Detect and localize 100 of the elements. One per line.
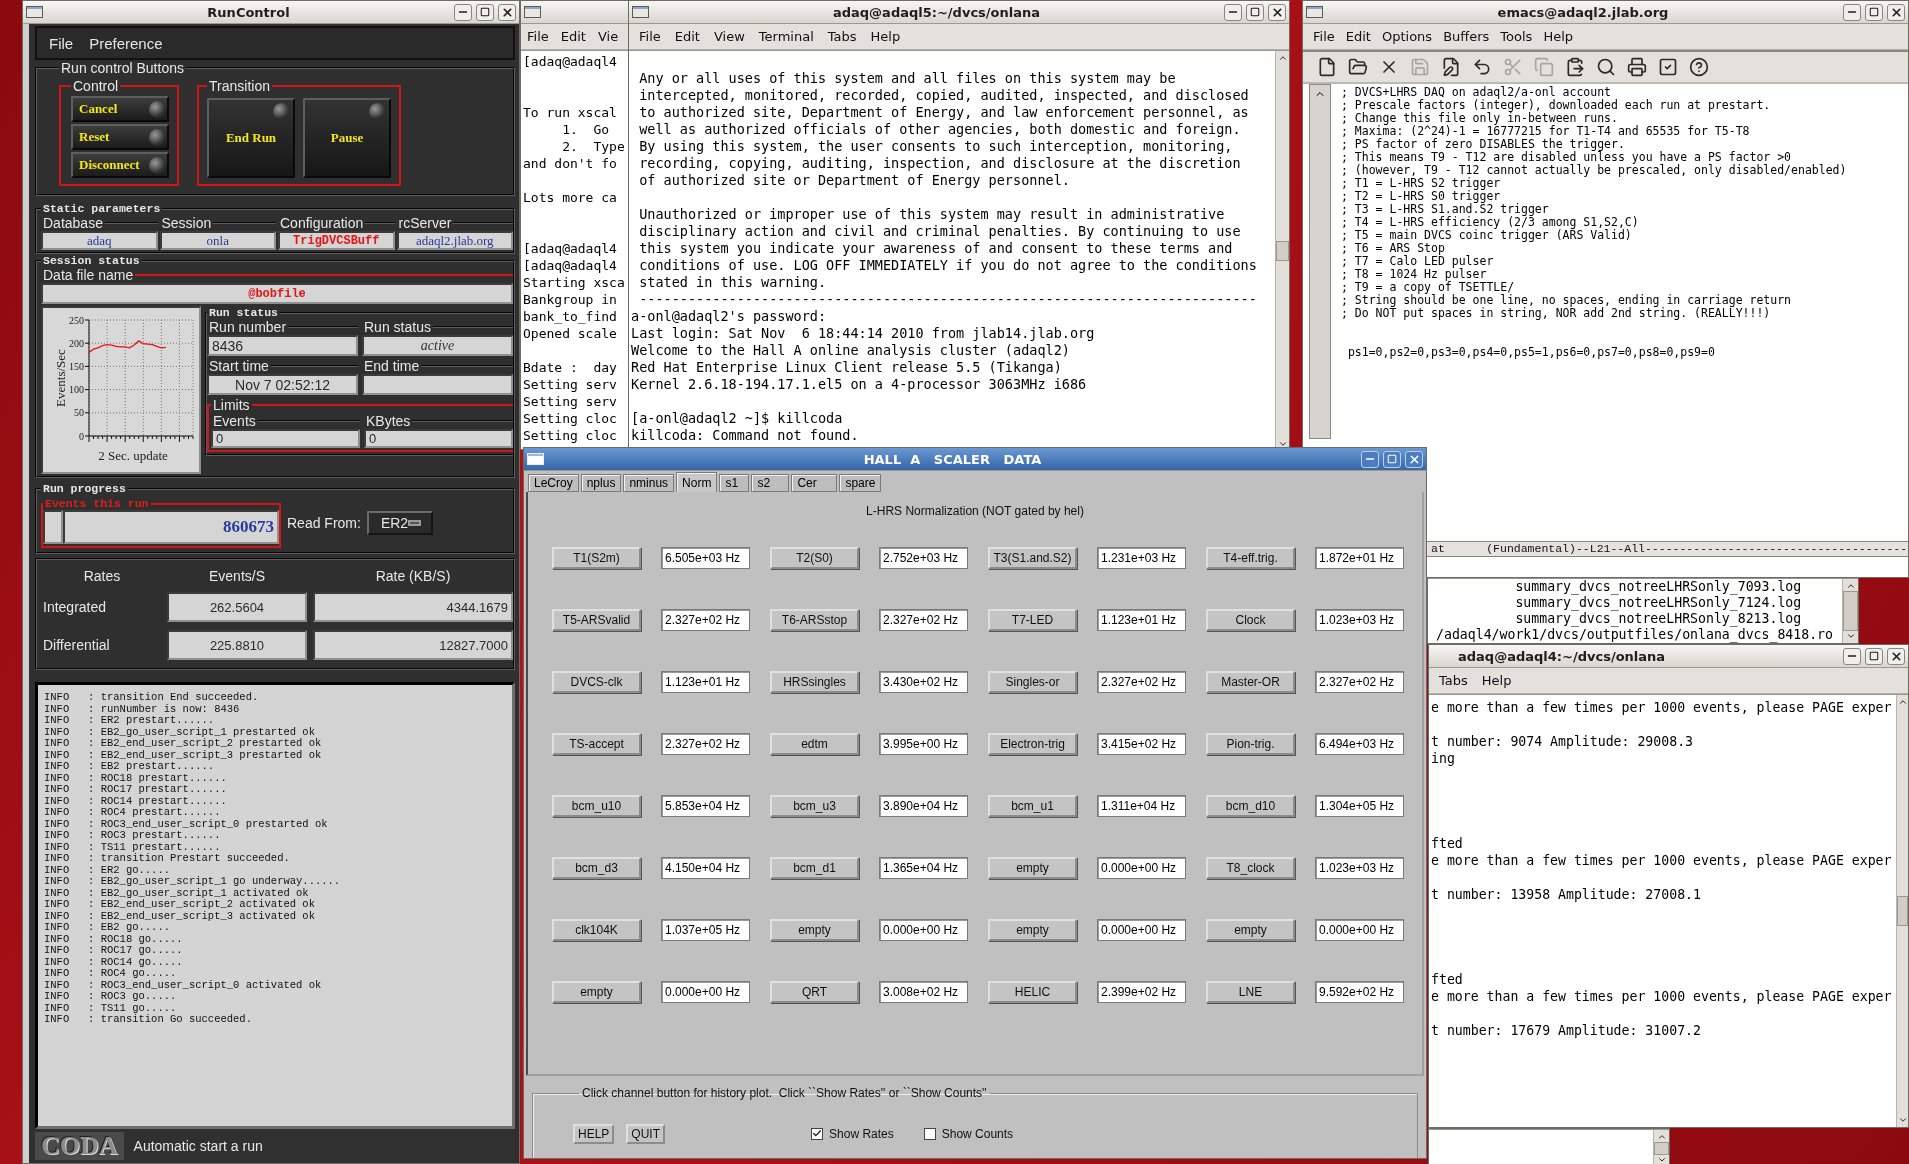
source-dropdown[interactable]: ER2 <box>366 510 433 535</box>
scroll-down-icon[interactable] <box>1897 1115 1908 1125</box>
minimize-button[interactable] <box>1361 450 1379 468</box>
menu-item[interactable]: Tabs <box>827 29 857 44</box>
tab[interactable]: spare <box>839 474 882 492</box>
channel-button[interactable]: T6-ARSstop <box>770 609 859 631</box>
close-button[interactable] <box>1887 3 1905 21</box>
dialog-button[interactable]: HELP <box>573 1123 615 1144</box>
channel-button[interactable]: QRT <box>770 981 859 1003</box>
checkbox[interactable] <box>923 1127 936 1140</box>
pen-page-icon[interactable] <box>1441 57 1461 77</box>
tab[interactable]: Cer <box>791 474 838 492</box>
maximize-button[interactable] <box>1865 3 1883 21</box>
channel-button[interactable]: Master-OR <box>1206 671 1295 693</box>
scroll-thumb[interactable] <box>1897 896 1908 926</box>
menu-item[interactable]: File <box>639 29 661 44</box>
minimize-button[interactable] <box>1843 3 1861 21</box>
channel-button[interactable]: T8_clock <box>1206 857 1295 879</box>
menu-item[interactable]: Edit <box>674 29 700 44</box>
channel-button[interactable]: Electron-trig <box>988 733 1077 755</box>
channel-button[interactable]: T7-LED <box>988 609 1077 631</box>
menu-item[interactable]: Options <box>1381 29 1433 44</box>
menu-item[interactable]: Buffers <box>1443 29 1490 44</box>
channel-button[interactable]: DVCS-clk <box>552 671 641 693</box>
channel-button[interactable]: T5-ARSvalid <box>552 609 641 631</box>
scroll-down-icon[interactable] <box>1277 439 1288 449</box>
channel-button[interactable]: Pion-trig. <box>1206 733 1295 755</box>
tab[interactable]: LeCroy <box>528 474 579 492</box>
input-field[interactable]: 0 <box>211 429 360 448</box>
channel-button[interactable]: T1(S2m) <box>552 547 641 569</box>
tab[interactable]: nminus <box>623 474 675 492</box>
channel-button[interactable]: Singles-or <box>988 671 1077 693</box>
channel-button[interactable]: bcm_u3 <box>770 795 859 817</box>
window-menu-icon[interactable] <box>524 6 541 18</box>
window-menu-icon[interactable] <box>26 6 43 18</box>
menu-item[interactable]: Help <box>870 29 901 44</box>
tab[interactable]: s2 <box>751 474 790 492</box>
window-menu-icon[interactable] <box>1306 6 1323 18</box>
tab[interactable]: s1 <box>719 474 750 492</box>
checkbox-option[interactable]: Show Rates <box>811 1126 894 1141</box>
maximize-button[interactable] <box>1865 647 1883 665</box>
scroll-up-icon[interactable] <box>1277 53 1288 63</box>
scroll-up-icon[interactable] <box>1656 1132 1667 1142</box>
channel-button[interactable]: TS-accept <box>552 733 641 755</box>
channel-button[interactable]: bcm_u1 <box>988 795 1077 817</box>
checkbox[interactable] <box>811 1127 824 1140</box>
menu-item[interactable]: File <box>1313 29 1335 44</box>
window-menu-icon[interactable] <box>632 6 649 18</box>
transition-button[interactable]: Pause <box>303 98 391 178</box>
undo-icon[interactable] <box>1472 57 1492 77</box>
menu-item[interactable]: Tools <box>1500 29 1533 44</box>
help-icon[interactable] <box>1689 57 1709 77</box>
control-button[interactable]: Reset <box>71 124 169 150</box>
checkbox-option[interactable]: Show Counts <box>923 1126 1014 1141</box>
minimize-button[interactable] <box>454 3 472 21</box>
minimize-button[interactable] <box>1224 3 1242 21</box>
channel-button[interactable]: HRSsingles <box>770 671 859 693</box>
transition-button[interactable]: End Run <box>207 98 295 178</box>
input-field[interactable]: 0 <box>364 429 513 448</box>
control-button[interactable]: Disconnect <box>71 152 169 178</box>
scroll-down-icon[interactable] <box>1845 631 1856 641</box>
close-button[interactable] <box>498 3 516 21</box>
menu-item[interactable]: Terminal <box>758 29 814 44</box>
control-button[interactable]: Cancel <box>71 96 169 122</box>
channel-button[interactable]: T3(S1.and.S2) <box>988 547 1077 569</box>
channel-button[interactable]: bcm_d3 <box>552 857 641 879</box>
channel-button[interactable]: edtm <box>770 733 859 755</box>
menu-item[interactable]: Tabs <box>1439 673 1468 688</box>
channel-button[interactable]: empty <box>988 857 1077 879</box>
channel-button[interactable]: empty <box>552 981 641 1003</box>
clipboard-icon[interactable] <box>1565 57 1585 77</box>
close-button[interactable] <box>1887 647 1905 665</box>
printer-icon[interactable] <box>1627 57 1647 77</box>
scroll-thumb[interactable] <box>1843 591 1858 631</box>
scroll-up-icon[interactable] <box>1897 697 1908 707</box>
maximize-button[interactable] <box>476 3 494 21</box>
menu-item[interactable]: Vie <box>597 29 619 44</box>
channel-button[interactable]: empty <box>988 919 1077 941</box>
menu-item[interactable]: File <box>49 34 74 52</box>
channel-button[interactable]: Clock <box>1206 609 1295 631</box>
folder-icon[interactable] <box>1348 57 1368 77</box>
tab[interactable]: Norm <box>676 472 718 492</box>
menu-item[interactable]: Edit <box>1345 29 1371 44</box>
channel-button[interactable]: bcm_u10 <box>552 795 641 817</box>
scroll-down-icon[interactable] <box>1656 1155 1667 1164</box>
maximize-button[interactable] <box>1383 450 1401 468</box>
channel-button[interactable]: empty <box>770 919 859 941</box>
channel-button[interactable]: T4-eff.trig. <box>1206 547 1295 569</box>
menu-item[interactable]: Help <box>1481 673 1512 688</box>
channel-button[interactable]: HELIC <box>988 981 1077 1003</box>
channel-button[interactable]: bcm_d1 <box>770 857 859 879</box>
tab[interactable]: nplus <box>580 474 622 492</box>
search-icon[interactable] <box>1596 57 1616 77</box>
scroll-up-icon[interactable] <box>1845 581 1856 591</box>
menu-item[interactable]: Preference <box>89 34 163 52</box>
page-icon[interactable] <box>1317 57 1337 77</box>
menu-item[interactable]: View <box>713 29 745 44</box>
menu-item[interactable]: Edit <box>560 29 586 44</box>
channel-button[interactable]: clk104K <box>552 919 641 941</box>
minimize-button[interactable] <box>1843 647 1861 665</box>
